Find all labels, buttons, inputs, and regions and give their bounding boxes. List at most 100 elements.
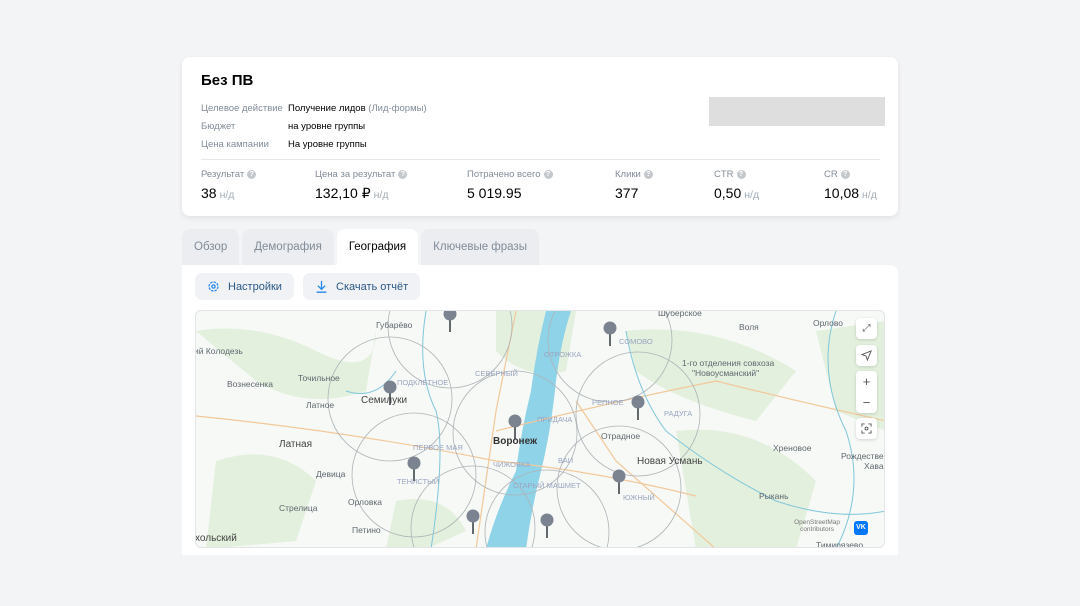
- map-label: Девица: [316, 469, 346, 479]
- map-label: Хреновое: [773, 443, 812, 453]
- campaign-props: Целевое действие Получение лидов (Лид-фор…: [201, 100, 427, 154]
- map-label: Радуга: [664, 409, 693, 418]
- map-pin-icon[interactable]: [631, 395, 645, 421]
- zoom-in-icon[interactable]: +: [863, 374, 871, 389]
- map-label: Точильное: [298, 373, 340, 383]
- stat-value: 132,10 ₽: [315, 185, 371, 201]
- download-report-button[interactable]: Скачать отчёт: [303, 273, 421, 300]
- map-label: Южный: [623, 493, 655, 502]
- prop-target-action: Целевое действие Получение лидов (Лид-фор…: [201, 100, 427, 118]
- map-label: Чижовка: [493, 460, 531, 469]
- tab-keywords[interactable]: Ключевые фразы: [421, 229, 539, 265]
- map-label: Шуберское: [658, 310, 702, 318]
- stat-clicks: Клики? 377: [615, 169, 653, 201]
- gear-icon: [208, 281, 219, 292]
- prop-label: Цена кампании: [201, 139, 269, 150]
- prop-price: Цена кампании На уровне группы: [201, 136, 427, 154]
- map-pin-icon[interactable]: [603, 321, 617, 347]
- stat-label: Цена за результат: [315, 169, 396, 180]
- tab-demography[interactable]: Демография: [242, 229, 334, 265]
- map-attribution[interactable]: OpenStreetMap contributors: [794, 519, 840, 533]
- map-label: Латное: [306, 400, 335, 410]
- stat-nd: н/д: [219, 189, 235, 201]
- stat-value: 377: [615, 185, 639, 201]
- map-pin-icon[interactable]: [466, 509, 480, 535]
- help-icon[interactable]: ?: [736, 170, 746, 179]
- download-icon: [316, 280, 327, 293]
- fullscreen-button[interactable]: ⤢: [856, 318, 877, 339]
- prop-value: Получение лидов: [288, 103, 366, 114]
- stat-value: 38: [201, 185, 217, 201]
- stat-cost-per-result: Цена за результат? 132,10 ₽ н/д: [315, 169, 408, 202]
- map-label: ий Колодезь: [195, 346, 243, 356]
- prop-label: Целевое действие: [201, 103, 283, 114]
- stat-label: CTR: [714, 169, 734, 180]
- my-location-button[interactable]: [856, 345, 877, 366]
- map-label: Орлово: [813, 318, 843, 328]
- map-label: Орловка: [348, 497, 382, 507]
- tab-geography[interactable]: География: [336, 229, 419, 265]
- map-pin-icon[interactable]: [443, 311, 457, 332]
- stat-spent: Потрачено всего? 5 019.95: [467, 169, 553, 201]
- tab-bar: Обзор Демография География Ключевые фраз…: [182, 229, 539, 265]
- help-icon[interactable]: ?: [643, 170, 653, 179]
- stat-nd: н/д: [862, 189, 877, 201]
- map-label: Подклетное: [397, 378, 449, 387]
- stat-label: Клики: [615, 169, 641, 180]
- help-icon[interactable]: ?: [543, 170, 553, 179]
- stat-value: 5 019.95: [467, 185, 522, 201]
- location-arrow-icon: [861, 350, 872, 361]
- geography-panel: Настройки Скачать отчёт Губарёво Шуберск…: [182, 265, 898, 555]
- map-label: "Новоусманский": [692, 368, 760, 378]
- help-icon[interactable]: ?: [398, 170, 408, 179]
- prop-extra: (Лид-формы): [368, 103, 427, 114]
- map-label: Латная: [279, 439, 312, 450]
- divider: [201, 159, 880, 160]
- map-label: хольский: [195, 533, 237, 544]
- stat-nd: н/д: [373, 189, 389, 201]
- fullscreen-icon: ⤢: [862, 323, 871, 334]
- geo-focus-button[interactable]: [856, 418, 877, 439]
- map-label: Петино: [352, 525, 381, 535]
- stat-value: 10,08: [824, 185, 860, 201]
- map-label: Отрожка: [544, 350, 582, 359]
- stat-nd: н/д: [744, 189, 760, 201]
- prop-value: На уровне группы: [288, 139, 367, 150]
- map-pin-icon[interactable]: [612, 469, 626, 495]
- map-label: Воля: [739, 322, 759, 332]
- map-pin-icon[interactable]: [540, 513, 554, 539]
- map-label: Ваи: [558, 456, 574, 465]
- attribution-line: contributors: [800, 526, 835, 533]
- campaign-card: Без ПВ Целевое действие Получение лидов (…: [182, 57, 898, 216]
- map-label: Стрелица: [279, 503, 318, 513]
- attribution-line: OpenStreetMap: [794, 519, 840, 526]
- stat-value: 0,50: [714, 185, 742, 201]
- stat-result: Результат? 38 н/д: [201, 169, 257, 201]
- map-label: Рождественская: [841, 451, 884, 461]
- map-label: Тенистый: [397, 477, 440, 486]
- prop-label: Бюджет: [201, 121, 236, 132]
- prop-budget: Бюджет на уровне группы: [201, 118, 427, 136]
- map-label: Сомово: [619, 337, 653, 346]
- settings-button[interactable]: Настройки: [195, 273, 294, 300]
- map-label: Старый Машмет: [513, 481, 581, 490]
- stat-label: CR: [824, 169, 838, 180]
- zoom-out-icon[interactable]: −: [863, 395, 871, 410]
- map-label: Вознесенка: [227, 379, 273, 389]
- map-label: Первое Мая: [413, 443, 463, 452]
- zoom-controls: + −: [856, 371, 877, 413]
- map-label: Отрадное: [601, 431, 641, 441]
- help-icon[interactable]: ?: [247, 170, 257, 179]
- map-label: Хава: [864, 461, 884, 471]
- geo-map[interactable]: Губарёво Шуберское Воля Орлово ий Колоде…: [195, 310, 885, 548]
- map-label: Губарёво: [376, 320, 413, 330]
- stat-label: Результат: [201, 169, 245, 180]
- map-label: Новая Усмань: [637, 456, 703, 467]
- stat-ctr: CTR? 0,50 н/д: [714, 169, 759, 201]
- map-label: Северный: [475, 369, 518, 378]
- campaign-title: Без ПВ: [201, 72, 254, 89]
- tab-overview[interactable]: Обзор: [182, 229, 240, 265]
- geo-focus-icon: [861, 423, 872, 434]
- help-icon[interactable]: ?: [840, 170, 850, 179]
- map-label: 1-го отделения совхоза: [682, 358, 775, 368]
